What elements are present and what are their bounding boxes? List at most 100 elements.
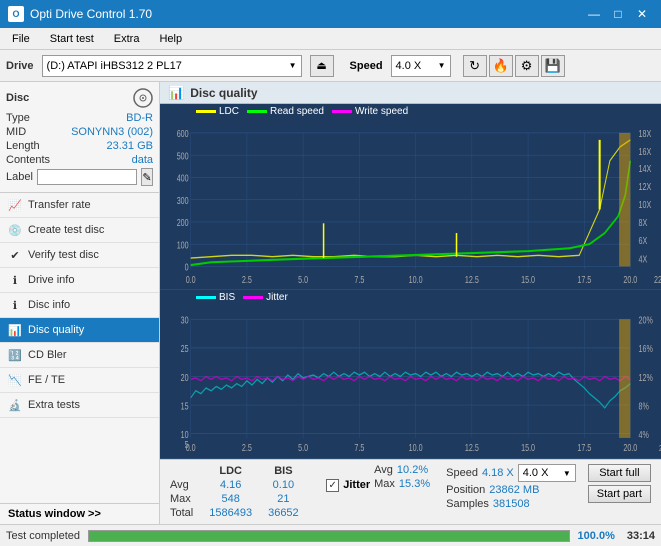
- speed-value: 4.18 X: [482, 467, 514, 479]
- position-key: Position: [446, 484, 485, 496]
- panel-header: 📊 Disc quality: [160, 82, 661, 104]
- menu-file[interactable]: File: [4, 31, 38, 47]
- svg-text:7.5: 7.5: [354, 442, 364, 454]
- settings-button[interactable]: ⚙: [515, 55, 539, 77]
- svg-text:20.0: 20.0: [623, 442, 637, 454]
- transfer-rate-icon: 📈: [8, 198, 22, 212]
- progress-percent: 100.0%: [578, 530, 615, 542]
- start-full-button[interactable]: Start full: [588, 464, 651, 482]
- drive-info-icon: ℹ: [8, 273, 22, 287]
- max-label: Max: [166, 492, 205, 506]
- svg-text:10X: 10X: [639, 199, 652, 210]
- drive-select-text: (D:) ATAPI iHBS312 2 PL17: [47, 60, 182, 72]
- sidebar-item-create-test[interactable]: 💿 Create test disc: [0, 218, 159, 243]
- max-bis: 21: [264, 492, 311, 506]
- maximize-button[interactable]: □: [607, 5, 629, 23]
- avg-label: Avg: [166, 478, 205, 492]
- sidebar-item-disc-info[interactable]: ℹ Disc info: [0, 293, 159, 318]
- disc-section-title: Disc: [6, 92, 29, 104]
- label-edit-button[interactable]: ✎: [141, 168, 153, 186]
- sidebar-item-transfer-rate[interactable]: 📈 Transfer rate: [0, 193, 159, 218]
- svg-text:4X: 4X: [639, 253, 648, 264]
- progress-bar-container: [88, 530, 570, 542]
- svg-text:20: 20: [181, 371, 189, 383]
- save-button[interactable]: 💾: [541, 55, 565, 77]
- svg-text:10.0: 10.0: [409, 442, 423, 454]
- stats-avg-row: Avg 4.16 0.10: [166, 478, 311, 492]
- close-button[interactable]: ✕: [631, 5, 653, 23]
- position-value: 23862 MB: [489, 484, 539, 496]
- mid-key: MID: [6, 126, 26, 138]
- speed-chevron-icon: ▼: [563, 469, 571, 478]
- menu-extra[interactable]: Extra: [106, 31, 148, 47]
- stats-total-row: Total 1586493 36652: [166, 506, 311, 520]
- type-value: BD-R: [126, 112, 153, 124]
- drive-eject-button[interactable]: ⏏: [310, 55, 334, 77]
- total-ldc: 1586493: [205, 506, 264, 520]
- sidebar-item-extra-tests[interactable]: 🔬 Extra tests: [0, 393, 159, 418]
- label-key: Label: [6, 171, 33, 183]
- menu-starttest[interactable]: Start test: [42, 31, 102, 47]
- menu-help[interactable]: Help: [151, 31, 190, 47]
- nav-label: Verify test disc: [28, 249, 99, 261]
- avg-ldc: 4.16: [205, 478, 264, 492]
- sidebar-item-verify-test[interactable]: ✔ Verify test disc: [0, 243, 159, 268]
- sidebar-item-fe-te[interactable]: 📉 FE / TE: [0, 368, 159, 393]
- legend-bis: BIS: [196, 292, 235, 303]
- length-value: 23.31 GB: [107, 140, 153, 152]
- svg-text:10.0: 10.0: [409, 274, 423, 285]
- speed-dropdown[interactable]: 4.0 X ▼: [518, 464, 576, 482]
- progress-bar-fill: [89, 531, 569, 541]
- svg-text:500: 500: [177, 150, 189, 161]
- charts-area: LDC Read speed Write speed: [160, 104, 661, 459]
- stats-blank-header: [166, 464, 205, 478]
- bottom-status-bar: Test completed 100.0% 33:14: [0, 524, 661, 546]
- titlebar: O Opti Drive Control 1.70 — □ ✕: [0, 0, 661, 28]
- chevron-down-icon: ▼: [289, 61, 297, 70]
- drivebar: Drive (D:) ATAPI iHBS312 2 PL17 ▼ ⏏ Spee…: [0, 50, 661, 82]
- speed-select[interactable]: 4.0 X ▼: [391, 55, 451, 77]
- disc-panel: Disc Type BD-R MID SONYNN3 (002) Length: [0, 82, 159, 193]
- nav-label: Disc info: [28, 299, 70, 311]
- sidebar-item-disc-quality[interactable]: 📊 Disc quality: [0, 318, 159, 343]
- contents-key: Contents: [6, 154, 50, 166]
- legend-ldc-label: LDC: [219, 106, 239, 117]
- length-key: Length: [6, 140, 40, 152]
- stats-table: LDC BIS Avg 4.16 0.10 Max 548: [166, 464, 318, 520]
- panel-title: Disc quality: [190, 86, 257, 100]
- jitter-checkbox[interactable]: [326, 479, 339, 492]
- legend-write-speed: Write speed: [332, 106, 408, 117]
- svg-text:12.5: 12.5: [465, 274, 479, 285]
- nav-label: Transfer rate: [28, 199, 91, 211]
- refresh-button[interactable]: ↻: [463, 55, 487, 77]
- jitter-max-value: 15.3%: [399, 478, 430, 490]
- drive-select[interactable]: (D:) ATAPI iHBS312 2 PL17 ▼: [42, 55, 302, 77]
- svg-text:12%: 12%: [639, 371, 654, 383]
- label-input[interactable]: [37, 169, 137, 185]
- svg-text:12X: 12X: [639, 181, 652, 192]
- status-window-button[interactable]: Status window >>: [0, 503, 159, 524]
- start-buttons: Start full Start part: [584, 464, 655, 503]
- svg-text:18X: 18X: [639, 128, 652, 139]
- speed-dropdown-value: 4.0 X: [523, 467, 549, 479]
- legend-bis-label: BIS: [219, 292, 235, 303]
- status-time: 33:14: [627, 530, 655, 542]
- svg-text:8X: 8X: [639, 217, 648, 228]
- disc-icon: [133, 88, 153, 108]
- speed-section: Speed 4.18 X 4.0 X ▼ Position 23862 MB S…: [438, 464, 584, 510]
- verify-test-icon: ✔: [8, 248, 22, 262]
- samples-value: 381508: [493, 498, 530, 510]
- contents-value: data: [132, 154, 153, 166]
- speed-key: Speed: [446, 467, 478, 479]
- svg-text:2.5: 2.5: [242, 442, 252, 454]
- legend-write-speed-label: Write speed: [355, 106, 408, 117]
- sidebar-item-cd-bler[interactable]: 🔢 CD Bler: [0, 343, 159, 368]
- minimize-button[interactable]: —: [583, 5, 605, 23]
- disc-quality-panel-icon: 📊: [168, 85, 184, 101]
- fe-te-icon: 📉: [8, 373, 22, 387]
- start-part-button[interactable]: Start part: [588, 485, 651, 503]
- nav-label: FE / TE: [28, 374, 65, 386]
- burn-button[interactable]: 🔥: [489, 55, 513, 77]
- svg-text:22.5: 22.5: [654, 274, 661, 285]
- sidebar-item-drive-info[interactable]: ℹ Drive info: [0, 268, 159, 293]
